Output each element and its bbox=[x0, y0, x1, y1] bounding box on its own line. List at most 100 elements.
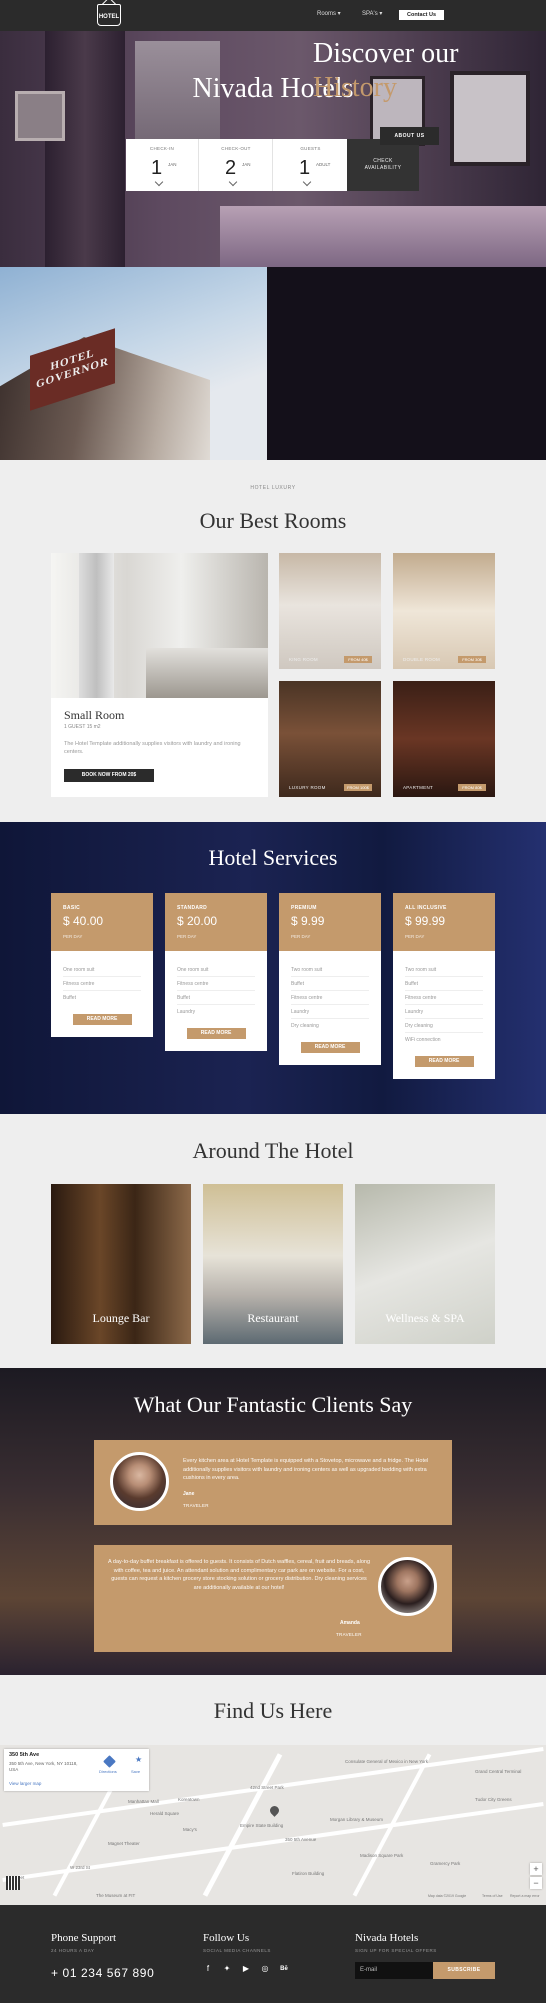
youtube-icon[interactable]: ▶ bbox=[241, 1964, 251, 1974]
plan-feature: Laundry bbox=[405, 1005, 483, 1019]
plan-period: PER DAY bbox=[291, 934, 311, 939]
testimonials-title: What Our Fantastic Clients Say bbox=[133, 1392, 413, 1417]
room-tile[interactable]: KING ROOM FROM 40$ bbox=[279, 553, 381, 669]
avatar bbox=[378, 1557, 437, 1616]
room-tile[interactable]: APARTMENT FROM 80$ bbox=[393, 681, 495, 797]
around-tile-wellness-spa[interactable]: Wellness & SPA bbox=[355, 1184, 495, 1344]
guests-field[interactable]: GUESTS 1 ADULT bbox=[274, 139, 347, 191]
small-room-photo bbox=[51, 553, 268, 698]
facebook-icon[interactable]: f bbox=[203, 1964, 213, 1974]
around-tile-label: Wellness & SPA bbox=[385, 1311, 465, 1325]
nav-rooms-dropdown[interactable]: Rooms ▾ bbox=[317, 10, 341, 17]
around-tile-lounge-bar[interactable]: Lounge Bar bbox=[51, 1184, 191, 1344]
book-now-button[interactable]: BOOK NOW FROM 20$ bbox=[64, 769, 154, 782]
pricing-plan-card: ALL INCLUSIVE $ 99.99 PER DAY Two room suit… bbox=[393, 893, 495, 1079]
view-larger-map-link[interactable]: View larger map bbox=[9, 1781, 41, 1786]
avatar bbox=[110, 1452, 169, 1511]
read-more-button[interactable]: READ MORE bbox=[300, 1042, 360, 1053]
read-more-button[interactable]: READ MORE bbox=[186, 1028, 246, 1039]
nav-spa-dropdown[interactable]: SPA's ▾ bbox=[362, 10, 382, 17]
testimonial-quote: Every kitchen area at Hotel Template is … bbox=[183, 1458, 429, 1481]
around-tile-label: Lounge Bar bbox=[92, 1311, 150, 1325]
plan-header: BASIC $ 40.00 PER DAY bbox=[51, 893, 153, 951]
map-label: Report a map error bbox=[510, 1894, 540, 1898]
zoom-out-button[interactable]: − bbox=[530, 1877, 542, 1889]
plan-feature: Fitness centre bbox=[63, 977, 141, 991]
around-tile-label: Restaurant bbox=[247, 1311, 299, 1325]
room-tile-price[interactable]: FROM 80$ bbox=[458, 784, 486, 791]
plan-header: STANDARD $ 20.00 PER DAY bbox=[165, 893, 267, 951]
directions-icon[interactable] bbox=[103, 1755, 116, 1768]
behance-icon[interactable]: Bē bbox=[279, 1964, 289, 1974]
featured-room-card[interactable]: Small Room 1 GUEST 15 m2 The Hotel Templ… bbox=[51, 553, 268, 797]
zoom-in-button[interactable]: + bbox=[530, 1863, 542, 1875]
pricing-plan-card: STANDARD $ 20.00 PER DAY One room suit Fitne… bbox=[165, 893, 267, 1051]
plan-price: $ 20.00 bbox=[177, 914, 218, 928]
map-label: Terms of Use bbox=[482, 1894, 503, 1898]
map-label: 42nd Street Park bbox=[250, 1785, 284, 1790]
room-curtain bbox=[79, 553, 114, 698]
plan-tier: PREMIUM bbox=[291, 905, 317, 911]
map-label: Map data ©2019 Google bbox=[428, 1894, 467, 1898]
around-tile-restaurant[interactable]: Restaurant bbox=[203, 1184, 343, 1344]
room-tile[interactable]: LUXURY ROOM FROM 100$ bbox=[279, 681, 381, 797]
map-label: Empire State Building bbox=[240, 1823, 284, 1828]
instagram-icon[interactable]: ◎ bbox=[260, 1964, 270, 1974]
check-availability-button[interactable]: CHECK AVAILABILITY bbox=[347, 139, 419, 191]
checkin-field[interactable]: CHECK-IN 1 JAN bbox=[126, 139, 199, 191]
subscribe-button[interactable]: SUBSCRIBE bbox=[433, 1962, 495, 1979]
map-label: Madison Square Park bbox=[360, 1853, 404, 1858]
plan-feature: Buffet bbox=[405, 977, 483, 991]
map-label: Herald Square bbox=[150, 1811, 180, 1816]
room-tile-caption: DOUBLE ROOM bbox=[403, 657, 441, 662]
plan-feature: One room suit bbox=[177, 963, 255, 977]
room-tile[interactable]: DOUBLE ROOM FROM 30$ bbox=[393, 553, 495, 669]
map-qr-icon bbox=[6, 1876, 20, 1890]
plan-period: PER DAY bbox=[63, 934, 83, 939]
hero-curtain bbox=[45, 31, 125, 267]
map-label: Consulate General of Mexico in New York bbox=[345, 1759, 429, 1764]
featured-room-name: Small Room bbox=[64, 708, 125, 722]
services-title: Hotel Services bbox=[208, 845, 338, 870]
hotel-building-photo: HOTEL GOVERNOR bbox=[0, 267, 267, 460]
history-title: Discover our bbox=[313, 38, 459, 69]
star-icon[interactable]: ★ bbox=[135, 1755, 142, 1764]
plan-features: Two room suit Buffet Fitness centre Laundry… bbox=[393, 951, 495, 1047]
guests-label: GUESTS bbox=[300, 146, 321, 151]
room-tile-price[interactable]: FROM 100$ bbox=[344, 784, 372, 791]
contact-us-button[interactable]: Contact Us bbox=[399, 10, 444, 20]
about-us-button[interactable]: ABOUT US bbox=[380, 127, 439, 145]
map-label: Gramercy Park bbox=[430, 1861, 461, 1866]
map-label: Grand Central Terminal bbox=[475, 1769, 522, 1774]
checkin-day: 1 bbox=[151, 157, 163, 179]
checkin-label: CHECK-IN bbox=[149, 146, 175, 151]
phone-support-title: Phone Support bbox=[51, 1932, 117, 1944]
read-more-button[interactable]: READ MORE bbox=[72, 1014, 132, 1025]
rooms-kicker: HOTEL LUXURY bbox=[250, 485, 296, 491]
read-more-button[interactable]: READ MORE bbox=[414, 1056, 474, 1067]
around-title: Around The Hotel bbox=[192, 1138, 354, 1163]
rooms-title: Our Best Rooms bbox=[199, 508, 347, 533]
save-link[interactable]: Save bbox=[131, 1769, 140, 1774]
room-tile-price[interactable]: FROM 40$ bbox=[344, 656, 372, 663]
pricing-plan-card: BASIC $ 40.00 PER DAY One room suit Fitness … bbox=[51, 893, 153, 1037]
plan-tier: ALL INCLUSIVE bbox=[405, 905, 447, 911]
phone-number[interactable]: + 01 234 567 890 bbox=[51, 1966, 154, 1980]
hotel-logo[interactable]: HOTEL bbox=[97, 4, 121, 26]
twitter-icon[interactable]: ✦ bbox=[222, 1964, 232, 1974]
plan-features: One room suit Fitness centre Buffet bbox=[51, 951, 153, 1005]
plan-feature: One room suit bbox=[63, 963, 141, 977]
check-availability-line1: CHECK bbox=[373, 158, 393, 164]
checkin-month: JAN bbox=[168, 162, 177, 167]
plan-feature: Buffet bbox=[177, 991, 255, 1005]
booking-widget: CHECK-IN 1 JAN CHECK-OUT 2 JAN GUESTS 1 … bbox=[126, 139, 347, 191]
email-input[interactable]: E-mail bbox=[355, 1962, 433, 1979]
plan-feature: Two room suit bbox=[405, 963, 483, 977]
directions-link[interactable]: Directions bbox=[99, 1769, 117, 1774]
room-tile-price[interactable]: FROM 30$ bbox=[458, 656, 486, 663]
plan-header: ALL INCLUSIVE $ 99.99 PER DAY bbox=[393, 893, 495, 951]
checkout-label: CHECK-OUT bbox=[221, 146, 251, 151]
map-label: Macy's bbox=[183, 1827, 197, 1832]
room-tile-caption: LUXURY ROOM bbox=[289, 785, 326, 790]
checkout-field[interactable]: CHECK-OUT 2 JAN bbox=[200, 139, 273, 191]
